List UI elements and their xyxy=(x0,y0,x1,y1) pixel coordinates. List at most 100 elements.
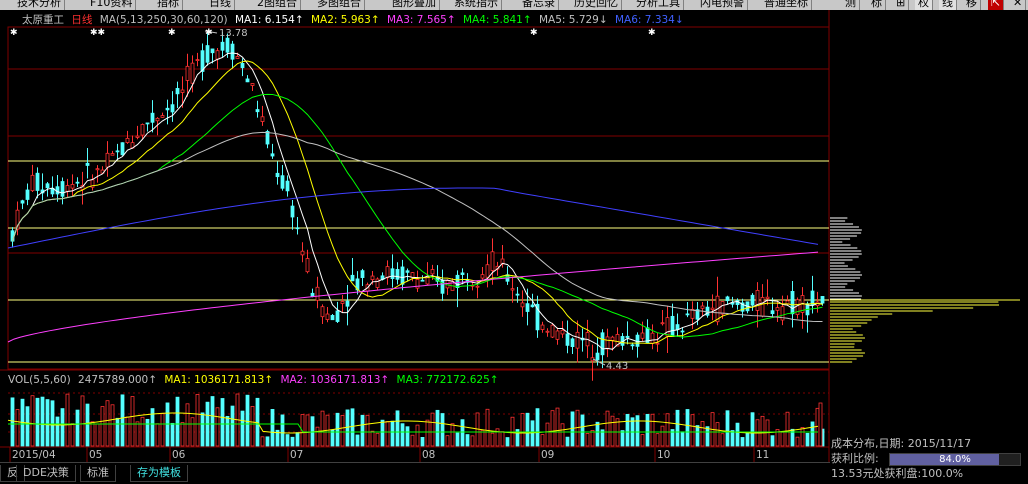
volume-bar xyxy=(500,431,505,447)
volume-bar xyxy=(645,413,650,447)
candle-body xyxy=(190,62,195,84)
candle xyxy=(50,176,55,197)
candle-body xyxy=(140,124,145,136)
candle-body xyxy=(555,330,560,340)
candle xyxy=(750,293,755,311)
candle xyxy=(160,112,165,118)
volume-bar xyxy=(50,400,55,447)
candle-body xyxy=(95,168,100,171)
candle-body xyxy=(510,288,515,291)
candle-body xyxy=(660,322,665,325)
volume-bar xyxy=(545,422,550,447)
volume-bar xyxy=(45,399,50,447)
candle-body xyxy=(110,153,115,156)
volume-bar xyxy=(55,416,60,447)
candle xyxy=(345,284,350,326)
candle xyxy=(340,294,345,313)
candle xyxy=(705,301,710,318)
candle xyxy=(775,300,780,323)
candle-body xyxy=(625,335,630,338)
candle-body xyxy=(290,205,295,218)
volume-bar xyxy=(445,435,450,447)
profit-note: 13.53元处获利盘:100.0% xyxy=(831,467,964,480)
candle-body xyxy=(395,269,400,280)
volume-bar xyxy=(665,413,670,447)
candle xyxy=(625,321,630,345)
volume-bar xyxy=(425,419,430,447)
candle xyxy=(85,148,90,179)
volume-bar xyxy=(60,408,65,447)
candle-body xyxy=(75,181,80,184)
bottom-tab-2[interactable]: 标准 xyxy=(80,465,116,482)
candle-body xyxy=(600,332,605,356)
candle-body xyxy=(35,172,40,191)
volume-bar xyxy=(785,411,790,447)
volume-bar xyxy=(350,408,355,447)
candle xyxy=(245,75,250,83)
volume-bar xyxy=(305,414,310,447)
volume-bar xyxy=(650,413,655,447)
bottom-tab-3[interactable]: 存为模板 xyxy=(130,465,188,482)
candle-body xyxy=(665,317,670,337)
candle xyxy=(80,171,85,205)
candle-body xyxy=(205,45,210,63)
kline-chart[interactable]: 13.784.43✱ ✱✱ ✱ ✱ ✱ ✱2015/04 05 06 07 08 09 10 11 xyxy=(0,0,1028,483)
volume-bar xyxy=(295,432,300,447)
candle xyxy=(125,130,130,144)
candle-body xyxy=(570,338,575,348)
candle xyxy=(70,174,75,197)
volume-bar xyxy=(100,406,105,447)
volume-bar xyxy=(270,409,275,447)
candle-body xyxy=(720,301,725,315)
candle xyxy=(300,242,305,263)
volume-bar xyxy=(180,422,185,447)
candle xyxy=(400,259,405,291)
candle-body xyxy=(225,37,230,53)
volume-bar xyxy=(225,415,230,447)
candle-body xyxy=(115,150,120,153)
candle xyxy=(135,125,140,140)
candle xyxy=(335,301,340,323)
volume-bar xyxy=(520,412,525,447)
candle-body xyxy=(460,272,465,275)
volume-bar xyxy=(685,409,690,447)
candle-body xyxy=(325,313,330,320)
candle xyxy=(315,276,320,309)
candle-body xyxy=(610,336,615,341)
volume-bar xyxy=(585,433,590,447)
volume-bar xyxy=(800,427,805,447)
volume-bar xyxy=(455,432,460,447)
candle-body xyxy=(335,310,340,322)
vol-value: 2475789.000↑ xyxy=(78,374,157,386)
volume-bar xyxy=(535,408,540,447)
candle xyxy=(120,142,125,156)
volume-bar xyxy=(360,414,365,447)
candle xyxy=(330,313,335,321)
candle-body xyxy=(155,117,160,122)
info-mine-marker: ✱ xyxy=(10,28,18,38)
volume-bar xyxy=(550,410,555,447)
candle-body xyxy=(550,324,555,338)
bottom-tab-1[interactable]: DDE决策 xyxy=(16,465,76,482)
vol-label: VOL(5,5,60) xyxy=(8,374,71,386)
candle xyxy=(795,297,800,319)
candle xyxy=(410,271,415,282)
volume-bar xyxy=(190,417,195,447)
candle-body xyxy=(105,152,110,168)
candle-body xyxy=(215,50,220,60)
bottom-tab-bar: 反 DDE决策 标准 存为模板 xyxy=(0,462,830,484)
candle-body xyxy=(65,185,70,192)
volume-bar xyxy=(715,422,720,447)
volume-bar xyxy=(345,409,350,447)
volume-bar xyxy=(315,426,320,447)
high-marker-label: 13.78 xyxy=(219,28,248,39)
candle-body xyxy=(760,297,765,317)
info-mine-marker: ✱ xyxy=(168,28,176,38)
vol-ma1: MA1: 1036171.813↑ xyxy=(164,374,274,386)
candle xyxy=(140,123,145,140)
x-axis-label: 2015/04 xyxy=(12,449,56,461)
candle xyxy=(445,279,450,295)
candle xyxy=(175,81,180,109)
volume-bar xyxy=(35,397,40,447)
volume-bar xyxy=(590,429,595,447)
